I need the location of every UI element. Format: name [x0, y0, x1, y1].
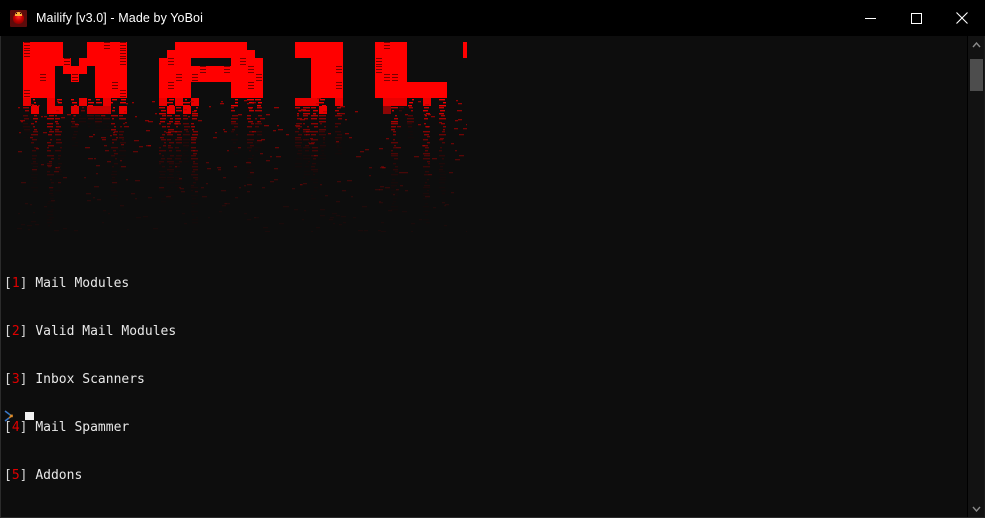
menu-item-1[interactable]: [1] Mail Modules	[4, 276, 176, 292]
close-button[interactable]	[939, 0, 985, 36]
ascii-banner-canvas	[15, 42, 467, 232]
menu-bracket-open: [	[4, 372, 12, 387]
menu-label: Addons	[35, 468, 83, 483]
scrollbar-track[interactable]	[968, 53, 985, 500]
title-bar[interactable]: Mailify [v3.0] - Made by YoBoi	[0, 0, 985, 36]
menu-label: Domain Utils	[27, 516, 129, 517]
menu-number: 2	[11, 324, 20, 339]
menu-bracket-open: [	[4, 276, 12, 291]
close-icon	[956, 12, 968, 24]
command-prompt[interactable]	[4, 408, 34, 424]
maximize-button[interactable]	[893, 0, 939, 36]
prompt-chevron-icon	[4, 410, 13, 422]
bug-app-icon	[10, 9, 27, 27]
app-window: Mailify [v3.0] - Made by YoBoi [1] Mail …	[0, 0, 985, 518]
text-cursor	[25, 412, 34, 420]
minimize-button[interactable]	[847, 0, 893, 36]
menu-item-5[interactable]: [5] Addons	[4, 468, 176, 484]
terminal-body: [1] Mail Modules [2] Valid Mail Modules …	[0, 36, 985, 518]
menu-item-3[interactable]: [3] Inbox Scanners	[4, 372, 176, 388]
menu-number: 3	[11, 372, 20, 387]
minimize-icon	[864, 17, 876, 19]
scroll-up-button[interactable]	[968, 36, 985, 53]
terminal-output[interactable]: [1] Mail Modules [2] Valid Mail Modules …	[1, 36, 967, 517]
menu-bracket-open: [	[4, 516, 12, 517]
chevron-down-icon	[971, 506, 981, 512]
window-title: Mailify [v3.0] - Made by YoBoi	[36, 11, 203, 25]
menu-number: 5	[11, 468, 20, 483]
menu-label: Mail Spammer	[35, 420, 130, 435]
mailify-ascii-banner	[15, 42, 467, 232]
chevron-up-icon	[971, 41, 981, 47]
menu-bracket-open: [	[4, 324, 12, 339]
menu-number: 6	[12, 516, 20, 517]
scrollbar-thumb[interactable]	[969, 59, 983, 91]
vertical-scrollbar[interactable]	[967, 36, 984, 517]
title-bar-left: Mailify [v3.0] - Made by YoBoi	[0, 9, 847, 27]
menu-label: Inbox Scanners	[35, 372, 145, 387]
menu-item-6[interactable]: [6] Domain Utils	[4, 516, 176, 517]
menu-item-2[interactable]: [2] Valid Mail Modules	[4, 324, 176, 340]
maximize-icon	[910, 12, 922, 24]
menu-number: 1	[11, 276, 20, 291]
menu-label: Mail Modules	[35, 276, 130, 291]
main-menu: [1] Mail Modules [2] Valid Mail Modules …	[4, 244, 176, 517]
menu-label: Valid Mail Modules	[35, 324, 177, 339]
window-controls	[847, 0, 985, 36]
menu-bracket-open: [	[4, 468, 12, 483]
scroll-down-button[interactable]	[968, 500, 985, 517]
